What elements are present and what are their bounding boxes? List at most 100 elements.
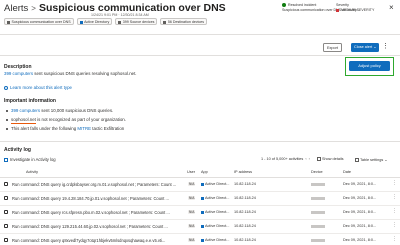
row-more-icon[interactable]: ⋮ [392,236,397,242]
severity-value: MEDIUM SEVERITY [341,8,375,12]
export-button[interactable]: Export [323,43,342,52]
ip-cell[interactable]: 10.82.118.24 [234,210,256,214]
ip-cell[interactable]: 10.82.118.24 [234,224,256,228]
date-cell: Dec 09, 2021, 8:0... [343,210,377,214]
info-item: This alert falls under the following MIT… [6,126,124,131]
activity-params: ; Parameters: Count ... [126,196,169,201]
activity-text: Run command: DNS query q8xvedl7ydqy7otqr… [12,238,166,243]
activity-log-heading: Activity log [4,147,31,153]
column-header-app[interactable]: App [201,170,208,174]
app-name: Active Direct... [205,224,230,228]
learn-more: Learn more about this alert type [4,85,72,90]
info-text: This alert falls under the following [11,126,78,131]
table-settings-button[interactable]: Table settings ⌄ [355,157,387,162]
device-name-redacted [311,182,325,186]
date-cell: Dec 09, 2021, 8:0... [343,238,377,242]
ip-cell[interactable]: 10.82.118.24 [234,238,256,242]
device-name-redacted [311,210,325,214]
device-icon [163,20,167,24]
table-row[interactable]: Run command: DNS query rcs.sfpresn.pbo.m… [0,206,400,220]
row-more-icon[interactable]: ⋮ [392,208,397,214]
alert-tags: Suspicious communication over DNS Active… [4,18,208,25]
investigate-activity-log[interactable]: Investigate in Activity log [4,157,56,162]
app-icon [201,210,204,214]
next-page-icon[interactable]: › [309,157,310,161]
alert-icon [7,20,10,24]
activity-cell: Run command: DNS query 19.4.28.184.70.jp… [12,196,187,201]
tag-label: 399 Source devices [122,20,155,24]
table-settings-label: Table settings ⌄ [360,158,388,162]
user-badge: N/A [188,210,196,214]
user-cell: N/A [188,224,196,228]
app-cell[interactable]: Active Direct... [201,224,229,228]
column-header-date[interactable]: Date [343,170,351,174]
app-cell[interactable]: Active Direct... [201,182,229,186]
tag-app[interactable]: Active Directory [76,18,113,25]
mitre-link[interactable]: MITRE [77,126,91,131]
date-cell: Dec 09, 2021, 8:0... [343,224,377,228]
breadcrumb-alerts[interactable]: Alerts [4,3,28,14]
column-header-device[interactable]: Device [311,170,323,174]
tag-label: 56 Destination devices [167,20,205,24]
device-cell [311,210,325,214]
severity-icon [336,8,339,12]
tag-source-devices[interactable]: 399 Source devices [115,18,158,25]
user-cell: N/A [188,210,196,214]
column-header-ip[interactable]: IP address [234,170,252,174]
ip-cell[interactable]: 10.82.118.24 [234,182,256,186]
app-cell[interactable]: Active Direct... [201,210,229,214]
close-alert-button[interactable]: Close alert ⌄ [351,43,380,52]
column-header-activity[interactable]: Activity [26,170,38,174]
column-header-user[interactable]: User [187,170,195,174]
bullet [6,118,8,121]
bullet [6,127,8,130]
computers-link[interactable]: 399 computers [4,71,33,76]
table-row[interactable]: Run command: DNS query 129.215.44.60.jp.… [0,220,400,234]
run-command-icon [4,182,8,186]
close-icon[interactable]: × [389,3,394,12]
description-heading: Description [4,64,32,70]
app-name: Active Direct... [205,196,230,200]
severity-status: Severity MEDIUM SEVERITY [336,3,374,13]
app-cell[interactable]: Active Direct... [201,196,229,200]
app-icon [201,182,204,186]
learn-more-link[interactable]: Learn more about this alert type [10,85,72,90]
activity-text: Run command: DNS query 129.215.44.60.jp.… [12,224,103,229]
computers-link[interactable]: 399 computers [11,108,40,113]
row-more-icon[interactable]: ⋮ [392,180,397,186]
app-cell[interactable]: Active Direct... [201,238,229,242]
run-command-icon [4,210,8,214]
show-details-toggle[interactable]: Show details [317,157,344,161]
table-row[interactable]: Run command: DNS query ig.crdplsbayser.o… [0,178,400,192]
domain-name: sophosol.net [11,117,36,124]
header-divider [0,34,400,35]
activity-cell: Run command: DNS query 129.215.44.60.jp.… [12,224,187,229]
user-cell: N/A [188,196,196,200]
user-badge: N/A [188,224,196,228]
info-text: is not recognized as part of your organi… [35,117,126,122]
user-badge: N/A [188,196,196,200]
device-name-redacted [311,224,325,228]
alert-timestamps: 1/24/21 9:01 PM · 12/30/21 8:34 AM [91,13,149,17]
date-cell: Dec 09, 2021, 8:0... [343,196,377,200]
activity-domain: sophosol.net [110,182,134,187]
info-icon [4,85,8,90]
table-row[interactable]: Run command: DNS query q8xvedl7ydqy7otqr… [0,234,400,245]
more-options-icon[interactable]: ⋮ [382,43,389,51]
prev-page-icon[interactable]: ‹ [305,157,306,161]
row-more-icon[interactable]: ⋮ [392,194,397,200]
resolved-label: Resolved incident [288,3,317,7]
activity-domain: sophosol.net [104,210,128,215]
user-cell: N/A [188,238,196,242]
tag-destination-devices[interactable]: 56 Destination devices [160,18,208,25]
tag-label: Active Directory [84,20,110,24]
activity-cell: Run command: DNS query q8xvedl7ydqy7otqr… [12,238,187,243]
app-icon [201,238,204,242]
tag-alert-type[interactable]: Suspicious communication over DNS [4,18,74,25]
table-row[interactable]: Run command: DNS query 19.4.28.184.70.jp… [0,192,400,206]
description-sentence: sent suspicious DNS queries resolving so… [33,71,137,76]
row-more-icon[interactable]: ⋮ [392,222,397,228]
tag-label: Suspicious communication over DNS [11,20,71,24]
adjust-policy-button[interactable]: Adjust policy [349,61,390,71]
ip-cell[interactable]: 10.82.118.24 [234,196,256,200]
